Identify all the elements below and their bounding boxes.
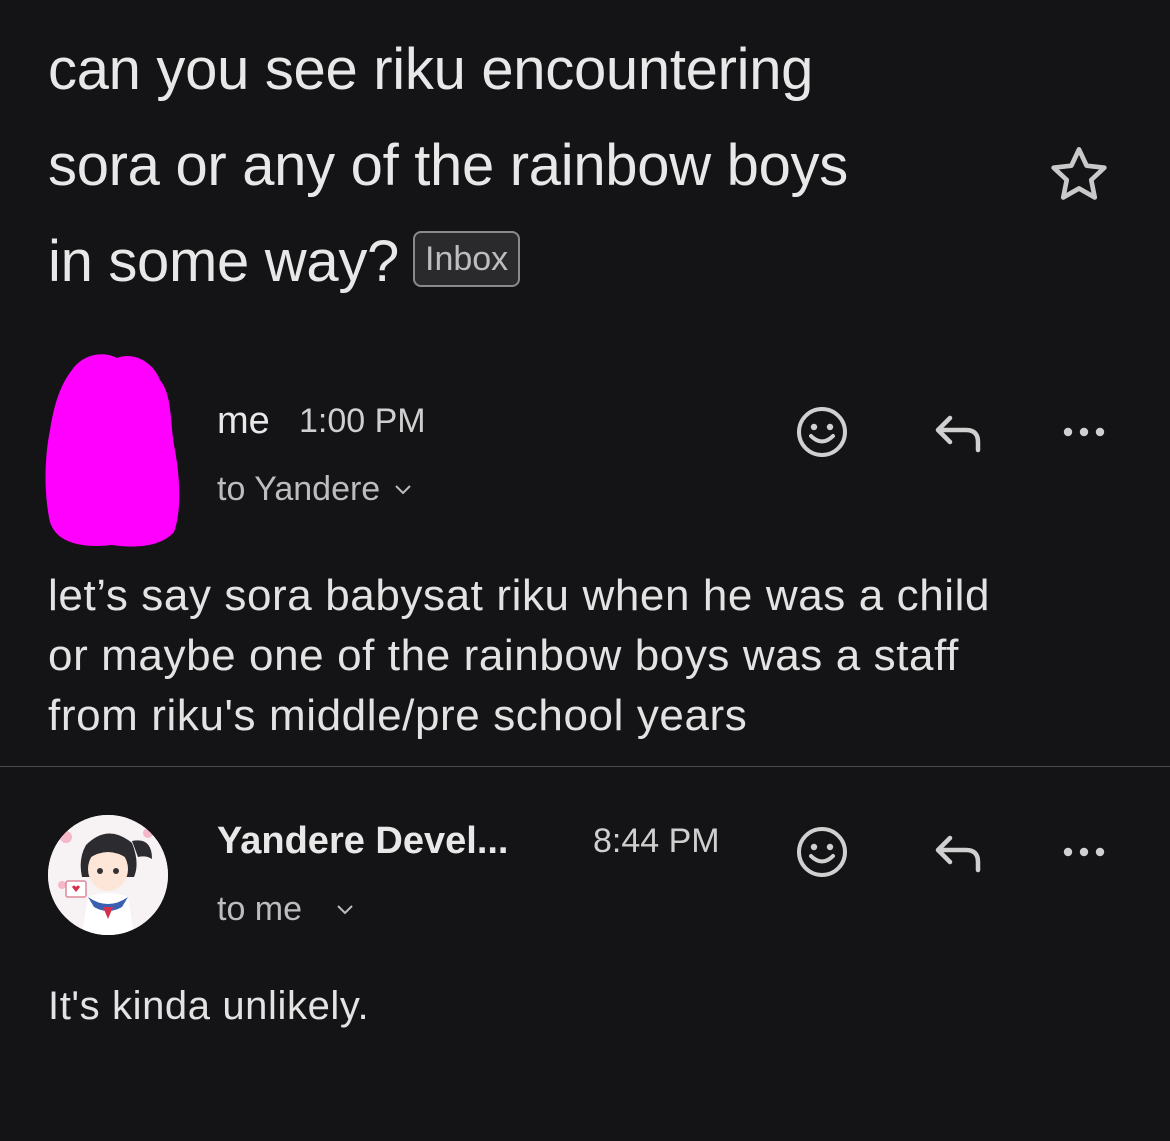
body-line: It's kinda unlikely. — [48, 984, 370, 1028]
chevron-down-icon — [395, 484, 411, 494]
subject-line-1: can you see riku encountering — [48, 37, 814, 102]
body-line: or maybe one of the rainbow boys was a s… — [48, 631, 959, 680]
star-icon[interactable] — [1044, 140, 1114, 210]
reply-icon[interactable] — [924, 402, 984, 462]
subject-line-2: sora or any of the rainbow boys — [48, 133, 848, 198]
message-time: 8:44 PM — [593, 822, 720, 860]
avatar — [48, 815, 168, 935]
sender-name: Yandere Devel... — [217, 820, 509, 862]
recipient-label: to Yandere — [217, 470, 381, 508]
inbox-label-badge[interactable]: Inbox — [413, 230, 521, 287]
redacted-avatar — [45, 354, 180, 547]
recipient-label: to me — [217, 890, 303, 928]
more-options-icon[interactable] — [1054, 822, 1114, 882]
recipient-details-toggle[interactable]: to Yandere — [217, 470, 412, 509]
body-line: from riku's middle/pre school years — [48, 691, 748, 740]
sender-name: me — [217, 400, 270, 442]
more-options-icon[interactable] — [1054, 402, 1114, 462]
subject-line-3: in some way? Inbox — [48, 214, 1008, 310]
chevron-down-icon — [337, 904, 353, 914]
message-divider — [0, 766, 1170, 767]
emoji-react-icon[interactable] — [792, 822, 852, 882]
message-body: It's kinda unlikely. — [48, 976, 369, 1036]
emoji-react-icon[interactable] — [792, 402, 852, 462]
message-body: let’s say sora babysat riku when he was … — [48, 566, 990, 746]
reply-icon[interactable] — [924, 822, 984, 882]
recipient-details-toggle[interactable]: to me — [217, 890, 354, 929]
body-line: let’s say sora babysat riku when he was … — [48, 571, 991, 620]
message-time: 1:00 PM — [299, 402, 426, 440]
email-subject: can you see riku encountering sora or an… — [48, 22, 1008, 310]
anime-avatar-image — [48, 815, 168, 935]
